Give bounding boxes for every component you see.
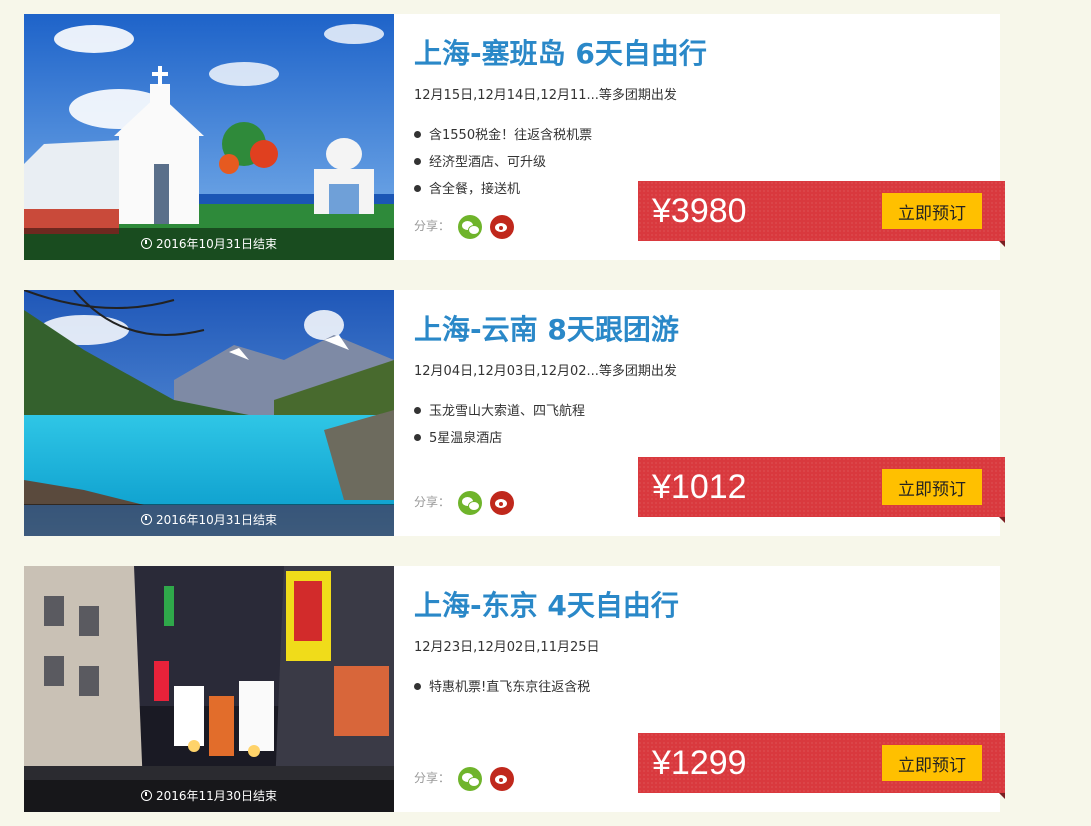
weibo-icon[interactable]	[489, 766, 514, 791]
tour-card: 2016年10月31日结束 上海-塞班岛 6天自由行 12月15日,12月14日…	[24, 14, 1005, 260]
price: ¥1012	[652, 468, 747, 506]
departure-dates: 12月15日,12月14日,12月11...等多团期出发	[414, 88, 677, 103]
feature-item: 经济型酒店、可升级	[414, 149, 592, 176]
end-date-caption: 2016年10月31日结束	[24, 228, 394, 260]
tokyo-night-street-image	[24, 566, 394, 812]
tour-title[interactable]: 上海-塞班岛 6天自由行	[414, 32, 707, 72]
wechat-icon[interactable]	[457, 766, 482, 791]
end-date-text: 2016年11月30日结束	[155, 789, 278, 803]
departure-dates: 12月04日,12月03日,12月02...等多团期出发	[414, 364, 677, 379]
price-banner: ¥1299 立即预订	[638, 733, 1005, 799]
feature-text: 含1550税金！往返含税机票	[429, 128, 593, 143]
tour-photo[interactable]: 2016年10月31日结束	[24, 14, 394, 260]
feature-item: 含全餐，接送机	[414, 176, 592, 203]
saipan-chapel-image	[24, 14, 394, 260]
tour-title[interactable]: 上海-东京 4天自由行	[414, 584, 679, 624]
price: ¥1299	[652, 744, 747, 782]
feature-text: 5星温泉酒店	[429, 431, 503, 446]
book-now-button[interactable]: 立即预订	[882, 193, 982, 229]
bullet-icon	[414, 131, 421, 138]
end-date-caption: 2016年11月30日结束	[24, 780, 394, 812]
end-date-text: 2016年10月31日结束	[155, 237, 278, 251]
bullet-icon	[414, 407, 421, 414]
tour-title[interactable]: 上海-云南 8天跟团游	[414, 308, 679, 348]
share-bar: 分享：	[414, 214, 514, 239]
weibo-icon[interactable]	[489, 490, 514, 515]
feature-text: 玉龙雪山大索道、四飞航程	[429, 404, 586, 419]
end-date-caption: 2016年10月31日结束	[24, 504, 394, 536]
feature-item: 玉龙雪山大索道、四飞航程	[414, 398, 585, 425]
share-bar: 分享：	[414, 766, 514, 791]
feature-item: 5星温泉酒店	[414, 425, 585, 452]
weibo-icon[interactable]	[489, 214, 514, 239]
share-bar: 分享：	[414, 490, 514, 515]
end-date-text: 2016年10月31日结束	[155, 513, 278, 527]
clock-icon	[140, 238, 152, 249]
feature-text: 特惠机票!直飞东京往返含税	[429, 680, 591, 695]
tour-photo[interactable]: 2016年11月30日结束	[24, 566, 394, 812]
tour-card: 2016年11月30日结束 上海-东京 4天自由行 12月23日,12月02日,…	[24, 566, 1005, 812]
bullet-icon	[414, 185, 421, 192]
feature-list: 含1550税金！往返含税机票 经济型酒店、可升级 含全餐，接送机	[414, 122, 592, 203]
book-now-button[interactable]: 立即预订	[882, 745, 982, 781]
feature-list: 玉龙雪山大索道、四飞航程 5星温泉酒店	[414, 398, 585, 452]
bullet-icon	[414, 158, 421, 165]
share-label: 分享：	[414, 219, 451, 233]
wechat-icon[interactable]	[457, 490, 482, 515]
clock-icon	[140, 514, 152, 525]
tour-card: 2016年10月31日结束 上海-云南 8天跟团游 12月04日,12月03日,…	[24, 290, 1005, 536]
share-label: 分享：	[414, 771, 451, 785]
price-banner: ¥3980 立即预订	[638, 181, 1005, 247]
wechat-icon[interactable]	[457, 214, 482, 239]
book-now-button[interactable]: 立即预订	[882, 469, 982, 505]
clock-icon	[140, 790, 152, 801]
feature-item: 特惠机票!直飞东京往返含税	[414, 674, 590, 701]
price: ¥3980	[652, 192, 747, 230]
bullet-icon	[414, 683, 421, 690]
tour-photo[interactable]: 2016年10月31日结束	[24, 290, 394, 536]
feature-item: 含1550税金！往返含税机票	[414, 122, 592, 149]
departure-dates: 12月23日,12月02日,11月25日	[414, 640, 600, 655]
bullet-icon	[414, 434, 421, 441]
feature-text: 经济型酒店、可升级	[429, 155, 547, 170]
price-banner: ¥1012 立即预订	[638, 457, 1005, 523]
feature-list: 特惠机票!直飞东京往返含税	[414, 674, 590, 701]
share-label: 分享：	[414, 495, 451, 509]
yunnan-lake-image	[24, 290, 394, 536]
feature-text: 含全餐，接送机	[429, 182, 521, 197]
